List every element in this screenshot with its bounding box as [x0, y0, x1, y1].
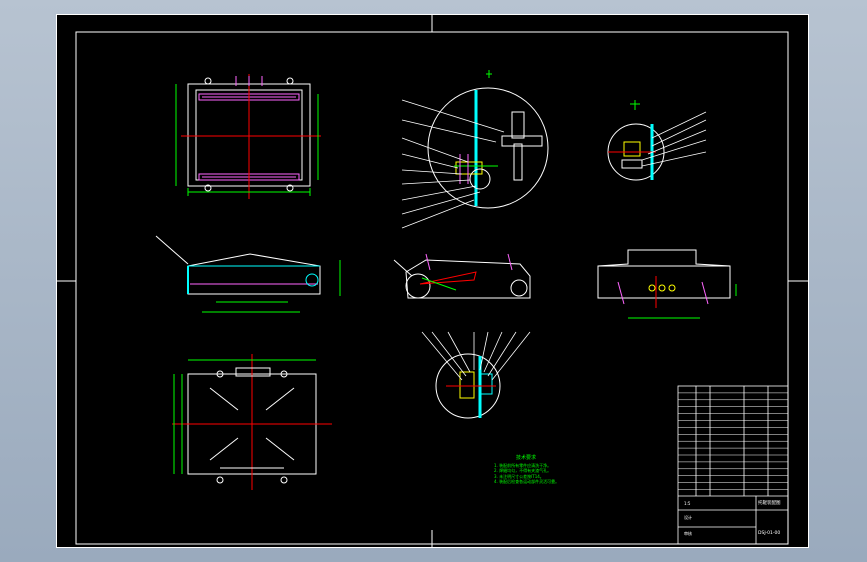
view-front-elevation: [155, 235, 341, 313]
view-detail-circle-bottom: [421, 331, 531, 419]
notes-line-4: 4. 装配后检查各运动部件灵活可靠。: [494, 479, 560, 484]
drawing-checker: 审核: [684, 531, 692, 536]
drawing-title: 托辊装配图: [758, 501, 781, 506]
drawing-designer: 设计: [684, 515, 692, 520]
view-top-plan: [175, 74, 321, 199]
technical-notes: 技术要求 1. 装配前所有零件应清洗干净。 2. 焊缝均匀，不得有夹渣气孔。 3…: [494, 455, 644, 485]
view-side-section: [393, 253, 531, 299]
drawing-scale: 1:5: [684, 501, 691, 506]
notes-title: 技术要求: [516, 455, 537, 461]
view-bottom-plan: [172, 354, 332, 490]
cad-viewport: 技术要求 1. 装配前所有零件应清洗干净。 2. 焊缝均匀，不得有夹渣气孔。 3…: [0, 0, 867, 562]
title-block-text: 托辊装配图 1:5 设计 审核 DSJ-01-00: [680, 497, 786, 543]
title-block-rows: [678, 392, 788, 490]
cad-drawing: [56, 14, 809, 548]
view-detail-circle-small: [607, 100, 707, 181]
drawing-number: DSJ-01-00: [758, 531, 781, 536]
drawing-canvas: 技术要求 1. 装配前所有零件应清洗干净。 2. 焊缝均匀，不得有夹渣气孔。 3…: [56, 14, 809, 548]
view-right-elevation: [597, 249, 737, 319]
view-detail-circle-large: [401, 70, 549, 229]
drawing-frame: [75, 31, 789, 545]
